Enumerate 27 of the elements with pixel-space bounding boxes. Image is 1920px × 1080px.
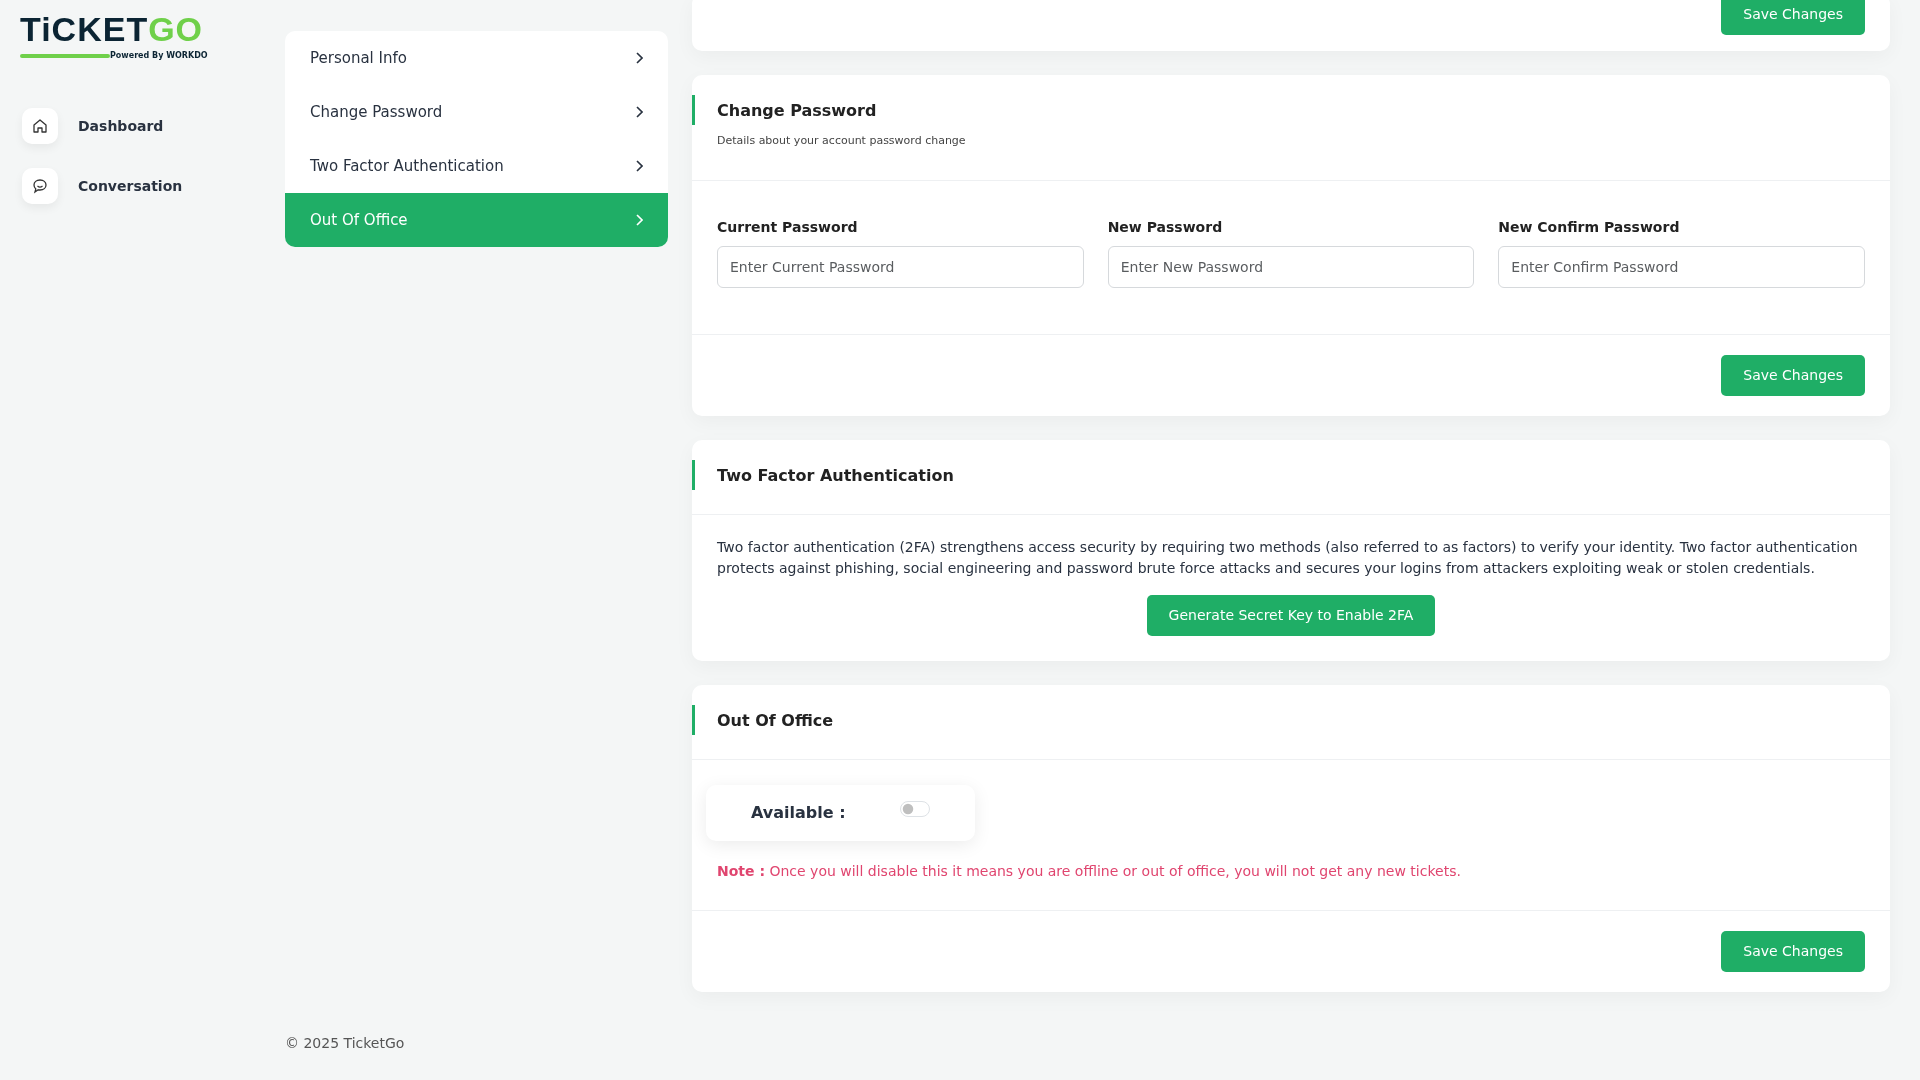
logo: TiCKETGO Powered By WORKDO [20, 12, 208, 62]
card-title: Change Password [717, 100, 878, 122]
password-field[interactable]: Enter New Password [1107, 245, 1475, 288]
chevron-right-icon [635, 214, 643, 226]
toggle-label: Available : [751, 801, 846, 824]
settings-menu-item[interactable]: Two Factor Authentication [285, 139, 668, 193]
card-title: Out Of Office [717, 709, 835, 732]
password-field[interactable]: Enter Confirm Password [1498, 245, 1865, 288]
chevron-right-icon [635, 160, 643, 172]
chevron-right-icon [635, 52, 643, 64]
description-text: Two factor authentication (2FA) strengthens access security by requiring two methods (also referred to as factors) to verify your identity. Two factor authentication protects against phishing, social engineering and password brute force attacks and secures your logins from attackers exploiting weak or stolen credentials. [717, 537, 1859, 578]
field-label: New Password [1107, 217, 1224, 237]
password-field[interactable]: Enter Current Password [717, 245, 1084, 288]
field-label: Current Password [717, 217, 859, 237]
sidebar-link[interactable]: Dashboard [78, 115, 164, 137]
settings-menu-item[interactable]: Personal Info [285, 31, 668, 85]
card-subtitle: Details about your account password change [717, 133, 967, 149]
copyright-text: © 2025 TicketGo [285, 1035, 405, 1051]
sidebar-link[interactable]: Conversation [78, 175, 183, 197]
settings-menu-item[interactable]: Change Password [285, 85, 668, 139]
chevron-right-icon [635, 106, 643, 118]
home-icon [32, 118, 48, 134]
chat-icon [32, 178, 48, 194]
card-title: Two Factor Authentication [717, 464, 955, 487]
field-label: New Confirm Password [1498, 217, 1681, 237]
note-text: Note : Once you will disable this it means you are offline or out of office, you will not get any new tickets. [717, 861, 1462, 881]
available-switch[interactable] [899, 800, 930, 817]
